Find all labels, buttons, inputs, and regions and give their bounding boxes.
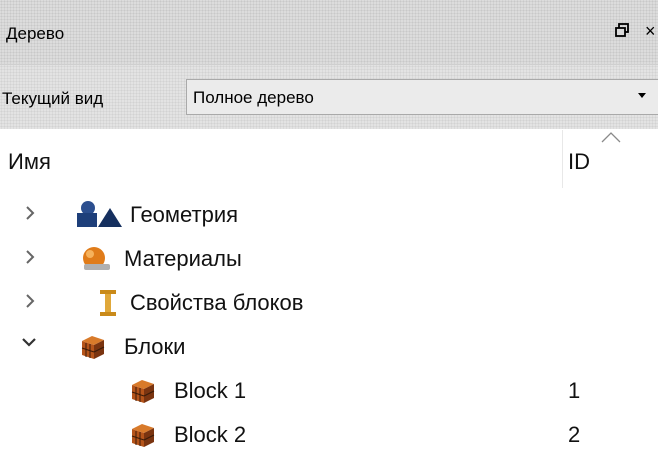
float-panel-glyph xyxy=(615,23,629,37)
chevron-right-icon[interactable] xyxy=(24,248,36,271)
block-icon xyxy=(128,376,158,411)
tree-item-id: 2 xyxy=(568,422,581,447)
float-panel-icon[interactable] xyxy=(615,23,629,41)
close-icon[interactable]: × xyxy=(645,21,656,42)
panel-title: Дерево xyxy=(6,24,65,43)
block-properties-icon xyxy=(98,288,118,323)
chevron-right-icon[interactable] xyxy=(24,292,36,315)
column-header-id[interactable]: ID xyxy=(568,149,590,175)
chevron-down-icon[interactable] xyxy=(20,336,38,355)
tree-item-label: Block 2 xyxy=(174,422,247,447)
tree-item-materials[interactable]: Материалы xyxy=(0,236,658,280)
current-view-label: Текущий вид xyxy=(2,89,104,108)
tree-item-blocks[interactable]: Блоки xyxy=(0,324,658,368)
view-toolbar: Текущий вид Полное дерево xyxy=(0,65,658,129)
tree-item-label: Свойства блоков xyxy=(130,290,304,315)
chevron-right-icon[interactable] xyxy=(24,204,36,227)
tree-header: Имя ID xyxy=(0,130,658,188)
tree-item-block-2[interactable]: Block 2 2 xyxy=(0,412,658,456)
materials-icon xyxy=(80,244,112,277)
column-divider[interactable] xyxy=(562,130,563,188)
tree-item-id: 1 xyxy=(568,378,581,403)
tree-item-label: Block 1 xyxy=(174,378,247,403)
tree-item-label: Геометрия xyxy=(130,202,239,227)
panel-title-bar: Дерево × xyxy=(0,0,658,65)
tree-item-geometry[interactable]: Геометрия xyxy=(0,192,658,236)
blocks-icon xyxy=(78,332,108,367)
tree-item-label: Материалы xyxy=(124,246,242,271)
tree-item-block-1[interactable]: Block 1 1 xyxy=(0,368,658,412)
sort-ascending-icon xyxy=(600,130,622,149)
geometry-icon xyxy=(74,200,124,235)
current-view-select[interactable]: Полное дерево xyxy=(186,79,658,115)
tree-view[interactable]: Имя ID Геометрия Материалы Свойства блок… xyxy=(0,130,658,448)
tree-item-label: Блоки xyxy=(124,334,186,359)
block-icon xyxy=(128,420,158,455)
tree-item-block-properties[interactable]: Свойства блоков xyxy=(0,280,658,324)
current-view-value: Полное дерево xyxy=(193,88,314,107)
chevron-down-icon[interactable] xyxy=(637,89,647,103)
column-header-name[interactable]: Имя xyxy=(8,149,51,175)
